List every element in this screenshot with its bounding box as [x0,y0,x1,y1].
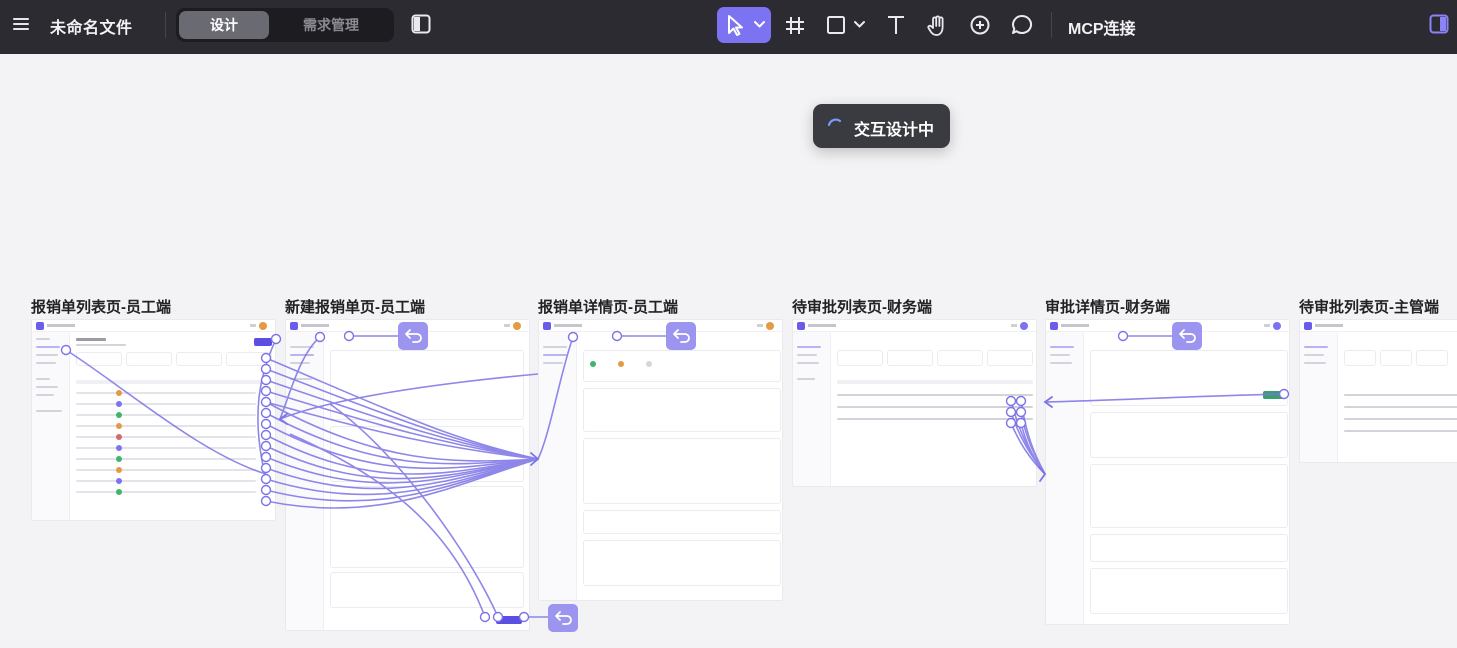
hand-tool-button[interactable] [925,7,949,43]
document-title[interactable]: 未命名文件 [50,14,133,38]
toolbar-divider [1051,12,1052,38]
mcp-connect-button[interactable]: MCP连接 [1068,15,1136,39]
chevron-down-icon [754,21,765,28]
text-icon [888,16,904,34]
shape-tool-button[interactable] [825,7,869,43]
mode-switcher: 设计 需求管理 [176,8,394,42]
hand-icon [927,15,944,36]
tab-requirements[interactable]: 需求管理 [281,11,381,39]
properties-panel-toggle-icon[interactable] [1428,13,1450,35]
add-component-icon [970,15,990,35]
design-canvas[interactable]: 报销单列表页-员工端 新建报销单页-员工端 报销单详情页-员工端 待审批列表页-… [0,54,1457,648]
cursor-icon [728,15,743,36]
comment-tool-button[interactable] [1009,7,1035,43]
interaction-links [60,322,1290,632]
back-badge-icon [398,322,1202,632]
menu-icon[interactable] [11,14,31,34]
tab-design[interactable]: 设计 [179,11,269,39]
toolbar-divider [165,12,166,38]
layers-panel-toggle-icon[interactable] [410,13,432,35]
select-tool-button[interactable] [717,7,771,43]
rectangle-icon [827,16,845,34]
frame-tool-button[interactable] [783,7,807,43]
hash-frame-icon [786,17,804,34]
chevron-down-icon [854,21,865,28]
component-tool-button[interactable] [968,7,992,43]
comment-icon [1012,14,1033,34]
text-tool-button[interactable] [884,7,908,43]
top-toolbar: 未命名文件 设计 需求管理 MCP连接 [0,0,1457,54]
